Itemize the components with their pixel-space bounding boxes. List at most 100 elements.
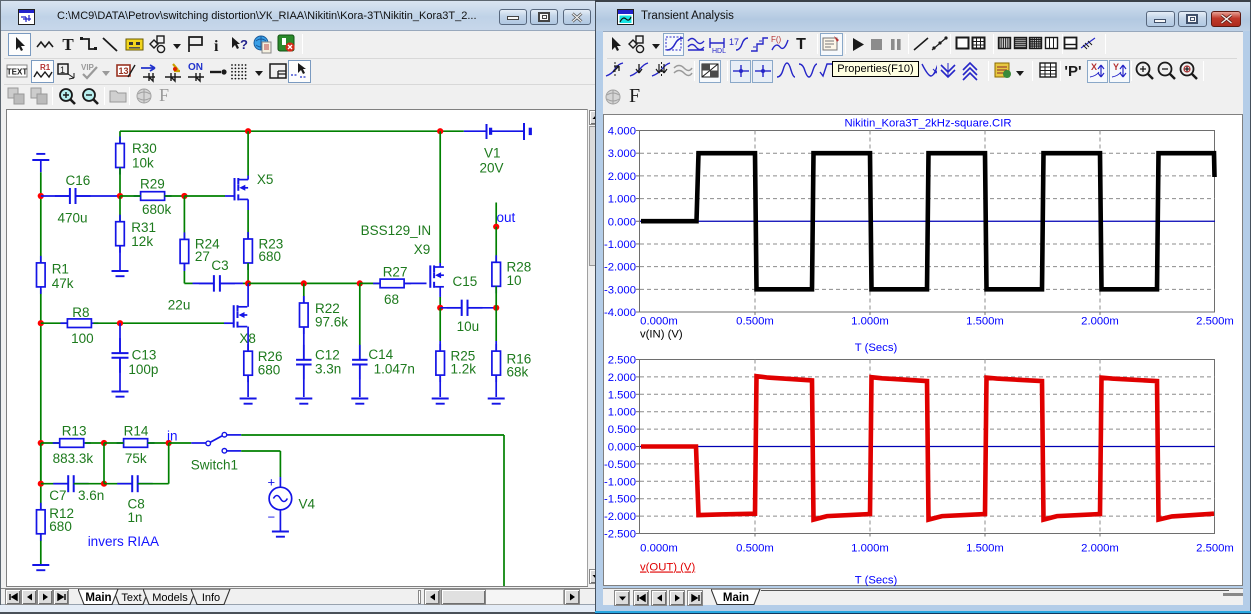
svg-text:680: 680	[49, 519, 72, 534]
svg-text:0.000: 0.000	[608, 442, 636, 454]
svg-text:Text: Text	[121, 592, 141, 604]
svg-text:X9: X9	[414, 242, 431, 257]
svg-text:V4: V4	[299, 497, 316, 512]
svg-text:F: F	[629, 85, 640, 107]
svg-text:20V: 20V	[480, 161, 504, 176]
svg-text:0.000m: 0.000m	[640, 316, 678, 328]
svg-text:1n: 1n	[128, 510, 143, 525]
svg-text:17: 17	[729, 37, 739, 47]
svg-text:v(IN) (V): v(IN) (V)	[640, 329, 683, 341]
svg-text:0.000m: 0.000m	[640, 543, 678, 555]
svg-text:75k: 75k	[125, 451, 147, 466]
svg-text:T (Secs): T (Secs)	[855, 342, 898, 354]
svg-text:C14: C14	[368, 347, 393, 362]
svg-text:3.6n: 3.6n	[78, 488, 104, 503]
svg-text:-3.000: -3.000	[604, 284, 636, 296]
svg-text:1.047n: 1.047n	[374, 362, 415, 377]
svg-text:F(): F()	[771, 35, 782, 44]
svg-text:2.500m: 2.500m	[1196, 543, 1234, 555]
svg-text:-0.500: -0.500	[604, 459, 636, 471]
svg-text:C15: C15	[453, 274, 478, 289]
svg-text:883.3k: 883.3k	[53, 451, 94, 466]
svg-text:4.000: 4.000	[608, 126, 636, 138]
svg-text:R30: R30	[132, 141, 157, 156]
svg-text:Info: Info	[202, 592, 220, 604]
svg-text:R27: R27	[383, 265, 408, 280]
svg-text:−: −	[268, 510, 276, 525]
svg-text:Models: Models	[152, 592, 188, 604]
svg-text:10u: 10u	[457, 319, 480, 334]
svg-text:T: T	[796, 36, 806, 53]
svg-text:v(OUT) (V): v(OUT) (V)	[640, 562, 695, 574]
svg-text:R8: R8	[72, 305, 89, 320]
svg-text:27: 27	[195, 249, 210, 264]
svg-text:470u: 470u	[58, 211, 88, 226]
svg-text:2.500: 2.500	[608, 355, 636, 367]
svg-text:1.000: 1.000	[608, 407, 636, 419]
svg-text:Main: Main	[85, 592, 111, 604]
svg-text:1.000m: 1.000m	[851, 316, 889, 328]
svg-text:-2.000: -2.000	[604, 262, 636, 274]
svg-text:C3: C3	[211, 258, 228, 273]
svg-text:T (Secs): T (Secs)	[855, 575, 898, 587]
svg-text:-1.000: -1.000	[604, 476, 636, 488]
svg-text:2.000m: 2.000m	[1081, 543, 1119, 555]
svg-text:1.000m: 1.000m	[851, 543, 889, 555]
svg-text:-1.000: -1.000	[604, 239, 636, 251]
svg-text:0.500m: 0.500m	[736, 543, 774, 555]
svg-text:1.2k: 1.2k	[451, 362, 477, 377]
svg-text:2.000m: 2.000m	[1081, 316, 1119, 328]
svg-text:2.000: 2.000	[608, 171, 636, 183]
svg-text:-4.000: -4.000	[604, 307, 636, 319]
svg-text:C16: C16	[66, 173, 91, 188]
svg-text:C7: C7	[49, 488, 66, 503]
svg-text:Nikitin_Kora3T_2kHz-square.CIR: Nikitin_Kora3T_2kHz-square.CIR	[844, 118, 1011, 130]
svg-text:out: out	[497, 210, 516, 225]
svg-text:68k: 68k	[507, 365, 529, 380]
svg-text:680: 680	[259, 249, 282, 264]
svg-text:R13: R13	[62, 424, 87, 439]
svg-text:0.500m: 0.500m	[736, 316, 774, 328]
svg-text:22u: 22u	[168, 298, 191, 313]
svg-text:V1: V1	[484, 146, 501, 161]
svg-text:680: 680	[258, 363, 281, 378]
svg-text:100: 100	[71, 331, 94, 346]
svg-text:'P': 'P'	[1064, 63, 1081, 80]
svg-text:12k: 12k	[131, 234, 153, 249]
svg-text:in: in	[167, 429, 178, 444]
svg-text:10k: 10k	[132, 156, 154, 171]
svg-text:-2.000: -2.000	[604, 511, 636, 523]
svg-text:Y: Y	[1113, 62, 1119, 72]
svg-text:10: 10	[507, 273, 522, 288]
svg-text:2.500m: 2.500m	[1196, 316, 1234, 328]
svg-text:R29: R29	[140, 177, 165, 192]
svg-text:-1.500: -1.500	[604, 494, 636, 506]
svg-text:C13: C13	[132, 348, 157, 363]
svg-text:invers RIAA: invers RIAA	[88, 534, 159, 549]
svg-text:2.000: 2.000	[608, 372, 636, 384]
svg-text:1.000: 1.000	[608, 194, 636, 206]
svg-text:C12: C12	[315, 348, 340, 363]
svg-text:1.500m: 1.500m	[966, 316, 1004, 328]
svg-text:-2.500: -2.500	[604, 529, 636, 541]
svg-text:1.500m: 1.500m	[966, 543, 1004, 555]
svg-text:1.500: 1.500	[608, 389, 636, 401]
svg-text:0.000: 0.000	[608, 216, 636, 228]
svg-text:0.500: 0.500	[608, 424, 636, 436]
svg-text:3.000: 3.000	[608, 148, 636, 160]
svg-text:BSS129_IN: BSS129_IN	[361, 223, 432, 238]
svg-text:HDL: HDL	[712, 48, 726, 55]
svg-text:100p: 100p	[128, 362, 158, 377]
svg-text:97.6k: 97.6k	[315, 315, 348, 330]
svg-text:+: +	[268, 475, 276, 490]
svg-text:3.3n: 3.3n	[315, 362, 341, 377]
svg-text:R31: R31	[131, 220, 156, 235]
svg-text:47k: 47k	[52, 276, 74, 291]
svg-text:X5: X5	[257, 172, 274, 187]
svg-text:R1: R1	[52, 262, 69, 277]
svg-text:Switch1: Switch1	[191, 458, 238, 473]
svg-text:680k: 680k	[142, 202, 172, 217]
svg-text:68: 68	[384, 292, 399, 307]
svg-text:X: X	[1091, 62, 1097, 72]
svg-text:Main: Main	[723, 592, 749, 604]
